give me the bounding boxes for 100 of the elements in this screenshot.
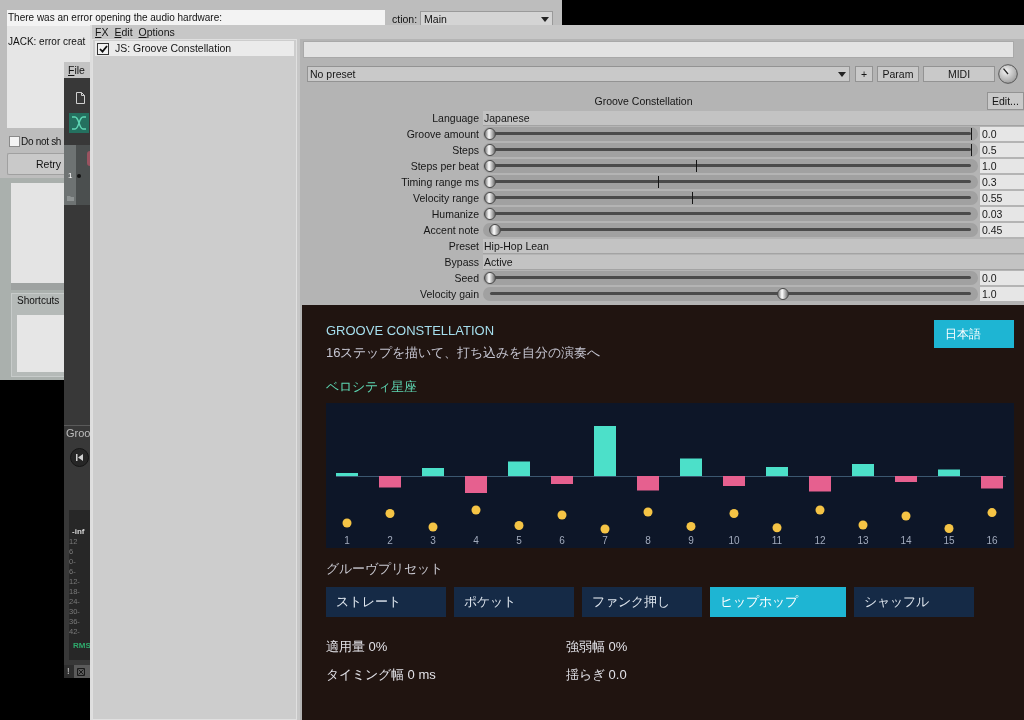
menu-item[interactable]: Options — [138, 26, 175, 38]
tab[interactable] — [73, 665, 90, 678]
edit-button[interactable]: Edit... — [987, 92, 1024, 110]
checkmark-icon — [98, 44, 108, 53]
param-dropdown[interactable]: Japanese — [483, 110, 1024, 126]
value-field[interactable]: 0.5 — [980, 143, 1024, 157]
group-label: Shortcuts — [17, 294, 61, 308]
bar — [723, 476, 745, 486]
crossed-curves-icon[interactable] — [69, 113, 89, 133]
slider-thumb[interactable] — [484, 128, 496, 140]
track-name: Groo — [65, 426, 90, 440]
x-axis-label: 4 — [473, 535, 479, 546]
skip-back-icon — [76, 454, 83, 461]
slider-thumb[interactable] — [484, 176, 496, 188]
caret-icon — [541, 16, 550, 22]
close-icon[interactable] — [76, 667, 85, 676]
slider-track[interactable] — [483, 191, 978, 205]
param-label: Steps per beat — [409, 159, 479, 173]
message-text: There was an error opening the audio hardware: — [7, 11, 223, 25]
slider-thumb[interactable] — [484, 192, 496, 204]
slider-thumb[interactable] — [484, 160, 496, 172]
x-axis-label: 8 — [645, 535, 651, 546]
x-axis-label: 7 — [602, 535, 608, 546]
preset-button[interactable]: ファンク押し — [582, 587, 702, 617]
retry-button[interactable]: Retry — [7, 153, 64, 175]
value-field[interactable]: 0.3 — [980, 175, 1024, 189]
param-label: Timing range ms — [400, 175, 479, 189]
x-axis-label: 12 — [814, 535, 826, 546]
menu-item[interactable]: Edit — [114, 26, 133, 38]
slider-track[interactable] — [483, 159, 978, 173]
stat-text: 揺らぎ 0.0 — [566, 666, 628, 684]
bar — [680, 458, 702, 476]
text-field[interactable] — [303, 41, 1014, 58]
slider-thumb[interactable] — [488, 224, 501, 236]
value-field[interactable]: 0.55 — [980, 191, 1024, 205]
x-axis-label: 16 — [986, 535, 998, 546]
fx-chain-item[interactable]: JS: Groove Constellation — [95, 41, 294, 56]
value-field[interactable]: 0.0 — [980, 127, 1024, 141]
status-text: ! — [67, 666, 70, 677]
bar — [981, 476, 1003, 489]
param-button[interactable]: Param — [877, 66, 919, 82]
checkbox[interactable] — [9, 136, 20, 147]
midi-button[interactable]: MIDI — [923, 66, 995, 82]
preset-button[interactable]: ストレート — [326, 587, 446, 617]
slider-thumb[interactable] — [484, 144, 496, 156]
slider-thumb[interactable] — [484, 208, 496, 220]
stat-text: 強弱幅 0% — [566, 638, 629, 656]
bar — [508, 461, 530, 476]
document-icon[interactable] — [76, 92, 85, 104]
checkbox-label: Do not sh — [21, 135, 62, 148]
track-number: 1 — [67, 170, 73, 182]
value-field[interactable]: 1.0 — [980, 287, 1024, 301]
slider-track[interactable] — [483, 175, 978, 189]
add-button[interactable]: + — [855, 66, 873, 82]
x-axis-label: 14 — [900, 535, 912, 546]
slider-track[interactable] — [483, 287, 978, 301]
bar — [895, 476, 917, 482]
section-label: ベロシティ星座 — [326, 378, 418, 396]
x-axis-label: 11 — [771, 535, 783, 546]
x-axis-label: 5 — [516, 535, 522, 546]
preset-dropdown[interactable]: No preset — [307, 66, 850, 82]
bar — [551, 476, 573, 484]
bar — [422, 468, 444, 476]
bar — [766, 467, 788, 476]
param-dropdown[interactable]: Active — [483, 254, 1024, 270]
preset-button[interactable]: ポケット — [454, 587, 574, 617]
bar — [465, 476, 487, 493]
stat-text: タイミング幅 0 ms — [326, 666, 437, 684]
slider-track[interactable] — [483, 143, 978, 157]
value-field[interactable]: 0.03 — [980, 207, 1024, 221]
empty-panel — [17, 315, 64, 372]
slider-track[interactable] — [483, 127, 978, 141]
slider-thumb[interactable] — [777, 288, 790, 300]
slider-track[interactable] — [483, 207, 978, 221]
caret-icon — [838, 71, 846, 77]
menu-item[interactable]: FX — [95, 26, 109, 38]
message-text: JACK: error creat — [7, 35, 86, 49]
slider-track[interactable] — [483, 223, 978, 237]
slider-thumb[interactable] — [484, 272, 496, 284]
x-axis-label: 9 — [688, 535, 694, 546]
param-dropdown[interactable]: Hip-Hop Lean — [483, 238, 1024, 254]
value-field[interactable]: 1.0 — [980, 159, 1024, 173]
param-label: Groove amount — [405, 127, 479, 141]
menu-item[interactable]: File — [68, 64, 85, 76]
bar — [852, 464, 874, 476]
x-axis-label: 1 — [344, 535, 350, 546]
folder-icon — [66, 196, 74, 201]
slider-track[interactable] — [483, 271, 978, 285]
skip-back-button[interactable] — [70, 448, 89, 467]
x-axis-label: 6 — [559, 535, 565, 546]
value-field[interactable]: 0.45 — [980, 223, 1024, 237]
x-axis-label: 15 — [943, 535, 955, 546]
value-field[interactable]: 0.0 — [980, 271, 1024, 285]
x-axis-label: 3 — [430, 535, 436, 546]
x-axis-label: 10 — [728, 535, 740, 546]
param-label: Humanize — [430, 207, 479, 221]
preset-button[interactable]: シャッフル — [854, 587, 974, 617]
subtitle: 16ステップを描いて、打ち込みを自分の演奏へ — [326, 344, 601, 362]
checkbox[interactable] — [97, 42, 109, 55]
knob[interactable] — [998, 64, 1018, 84]
